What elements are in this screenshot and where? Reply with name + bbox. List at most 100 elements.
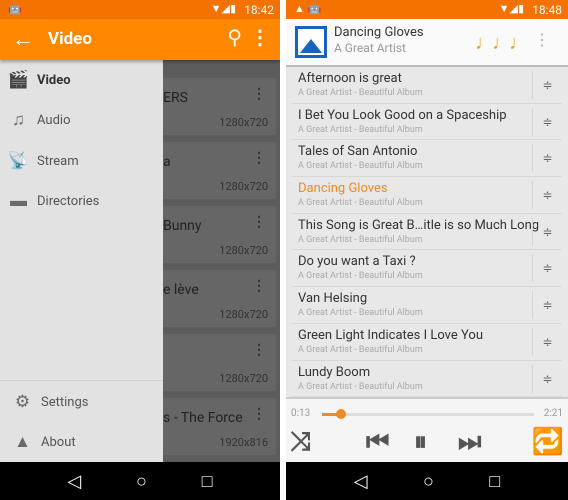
- back-arrow-icon[interactable]: ←: [12, 26, 34, 52]
- drawer-item-label: Settings: [41, 394, 89, 410]
- drag-handle-icon[interactable]: ≑: [532, 107, 562, 136]
- previous-icon[interactable]: ⏮: [366, 427, 389, 458]
- android-icon: 🤖: [8, 2, 22, 15]
- repeat-icon[interactable]: 🔁: [532, 427, 564, 457]
- drawer-item-directories[interactable]: ▬ Directories: [0, 181, 163, 221]
- player-controls: 0:13 2:21 ⤨ ⏮ ⏸ ⏭ 🔁: [286, 397, 568, 462]
- video-resolution: 1280x720: [219, 180, 268, 193]
- track-subtitle: A Great Artist - Beautiful Album: [298, 161, 423, 172]
- drag-handle-icon[interactable]: ≑: [532, 71, 562, 99]
- drawer-item-stream[interactable]: 📡 Stream: [0, 141, 163, 181]
- now-playing-header[interactable]: Dancing Gloves A Great Artist ♩♩♩ ⋮: [286, 19, 568, 67]
- playlist-item[interactable]: Tales of San Antonio A Great Artist - Bea…: [292, 140, 562, 178]
- shuffle-icon[interactable]: ⤨: [290, 427, 311, 458]
- drag-handle-icon[interactable]: ≑: [532, 217, 562, 246]
- video-title: e lève: [163, 282, 199, 298]
- video-title: Bunny: [163, 218, 202, 234]
- drawer-item-label: Video: [37, 72, 71, 88]
- video-title: a: [163, 154, 171, 170]
- drag-handle-icon[interactable]: ≑: [532, 291, 562, 320]
- playlist-item[interactable]: Green Light Indicates I Love You A Great …: [292, 324, 562, 361]
- track-title: Green Light Indicates I Love You: [298, 327, 483, 343]
- playlist-item[interactable]: Lundy Boom A Great Artist - Beautiful Alb…: [292, 361, 562, 398]
- left-screen: 🤖 ▼◢▮ 18:42 ← Video ⚲ ⋮ ERS ⋮ 1280x720 a ⋮ 1…: [0, 0, 280, 500]
- seek-handle[interactable]: [336, 409, 347, 419]
- video-title: ERS: [163, 90, 188, 106]
- drawer-item-label: Stream: [37, 153, 79, 169]
- track-title: Tales of San Antonio: [298, 144, 418, 160]
- playlist-item[interactable]: Do you want a Taxi ? A Great Artist - Bea…: [292, 250, 562, 288]
- video-card[interactable]: ERS ⋮ 1280x720: [150, 78, 276, 135]
- track-subtitle: A Great Artist - Beautiful Album: [298, 308, 423, 319]
- toolbar: ← Video ⚲ ⋮: [0, 19, 280, 60]
- video-card[interactable]: ⋮ 1280x720: [150, 334, 276, 391]
- navigation-drawer: 🎬 Video ♫ Audio 📡 Stream ▬ Directories ⚙ Sett…: [0, 60, 163, 462]
- drag-handle-icon[interactable]: ≑: [532, 364, 562, 393]
- track-subtitle: A Great Artist - Beautiful Album: [298, 381, 423, 392]
- vlc-cone-icon: ▲: [14, 432, 31, 452]
- track-title: Van Helsing: [298, 291, 368, 307]
- drawer-item-label: Audio: [37, 112, 71, 128]
- drawer-item-about[interactable]: ▲ About: [0, 422, 163, 462]
- track-subtitle: A Great Artist - Beautiful Album: [298, 271, 423, 282]
- search-icon[interactable]: ⚲: [227, 25, 242, 49]
- now-playing-title: Dancing Gloves: [334, 25, 424, 40]
- video-resolution: 1280x720: [219, 244, 268, 257]
- playlist-icon[interactable]: ♩♩♩: [475, 30, 529, 55]
- playlist-item[interactable]: Dancing Gloves A Great Artist - Beautiful…: [292, 177, 562, 214]
- back-icon[interactable]: ◁: [354, 471, 368, 492]
- video-resolution: 1280x720: [219, 372, 268, 385]
- more-icon[interactable]: ⋮: [252, 214, 266, 230]
- vlc-android-icons: ▲ 🤖: [294, 2, 322, 15]
- seek-bar[interactable]: [322, 409, 534, 419]
- now-playing-artist: A Great Artist: [334, 41, 406, 55]
- recents-icon[interactable]: □: [489, 471, 500, 492]
- video-card[interactable]: e lève ⋮ 1280x720: [150, 270, 276, 327]
- video-card[interactable]: s - The Force ⋮ 1920x816: [150, 398, 276, 455]
- playlist-item[interactable]: This Song is Great B…itle is so Much Lon…: [292, 214, 562, 251]
- status-bar: 🤖 ▼◢▮ 18:42: [0, 0, 280, 19]
- more-options-icon[interactable]: ⋮: [250, 25, 270, 49]
- track-title: Afternoon is great: [298, 71, 402, 86]
- status-bar: ▲ 🤖 ▼◢▮ 18:48: [286, 0, 568, 19]
- track-title: I Bet You Look Good on a Spaceship: [298, 107, 507, 123]
- home-icon[interactable]: ○: [136, 471, 147, 492]
- more-icon[interactable]: ⋮: [252, 86, 266, 102]
- drawer-item-audio[interactable]: ♫ Audio: [0, 100, 163, 140]
- video-resolution: 1920x816: [219, 436, 268, 449]
- total-time: 2:21: [543, 408, 563, 419]
- back-icon[interactable]: ◁: [67, 471, 81, 492]
- track-subtitle: A Great Artist - Beautiful Album: [298, 124, 423, 135]
- system-nav-bar: ◁ ○ □: [0, 462, 280, 500]
- playlist: Afternoon is great A Great Artist - Beaut…: [286, 67, 568, 398]
- divider: [0, 380, 163, 381]
- more-icon[interactable]: ⋮: [252, 278, 266, 294]
- system-nav-bar: ◁ ○ □: [286, 462, 568, 500]
- track-title: Dancing Gloves: [298, 181, 388, 197]
- drag-handle-icon[interactable]: ≑: [532, 254, 562, 283]
- pause-icon[interactable]: ⏸: [414, 427, 427, 458]
- drag-handle-icon[interactable]: ≑: [532, 181, 562, 210]
- more-icon[interactable]: ⋮: [252, 342, 266, 358]
- playlist-item[interactable]: I Bet You Look Good on a Spaceship A Grea…: [292, 104, 562, 141]
- playlist-item[interactable]: Van Helsing A Great Artist - Beautiful Al…: [292, 287, 562, 324]
- home-icon[interactable]: ○: [423, 471, 434, 492]
- next-icon[interactable]: ⏭: [458, 427, 481, 458]
- drag-handle-icon[interactable]: ≑: [532, 327, 562, 356]
- recents-icon[interactable]: □: [202, 471, 213, 492]
- album-art-icon: [295, 26, 327, 58]
- track-title: This Song is Great B…itle is so Much Lon…: [298, 217, 540, 233]
- drawer-item-video[interactable]: 🎬 Video: [0, 60, 163, 100]
- track-subtitle: A Great Artist - Beautiful Album: [298, 88, 423, 98]
- video-resolution: 1280x720: [219, 116, 268, 129]
- playlist-item[interactable]: Afternoon is great A Great Artist - Beaut…: [292, 67, 562, 104]
- more-icon[interactable]: ⋮: [252, 150, 266, 166]
- video-card[interactable]: Bunny ⋮ 1280x720: [150, 206, 276, 263]
- clapperboard-icon: 🎬: [7, 70, 30, 90]
- drag-handle-icon[interactable]: ≑: [532, 144, 562, 173]
- track-subtitle: A Great Artist - Beautiful Album: [298, 234, 423, 245]
- drawer-item-settings[interactable]: ⚙ Settings: [0, 382, 163, 422]
- more-options-icon[interactable]: ⋮: [534, 30, 550, 49]
- video-card[interactable]: a ⋮ 1280x720: [150, 142, 276, 199]
- more-icon[interactable]: ⋮: [252, 406, 266, 422]
